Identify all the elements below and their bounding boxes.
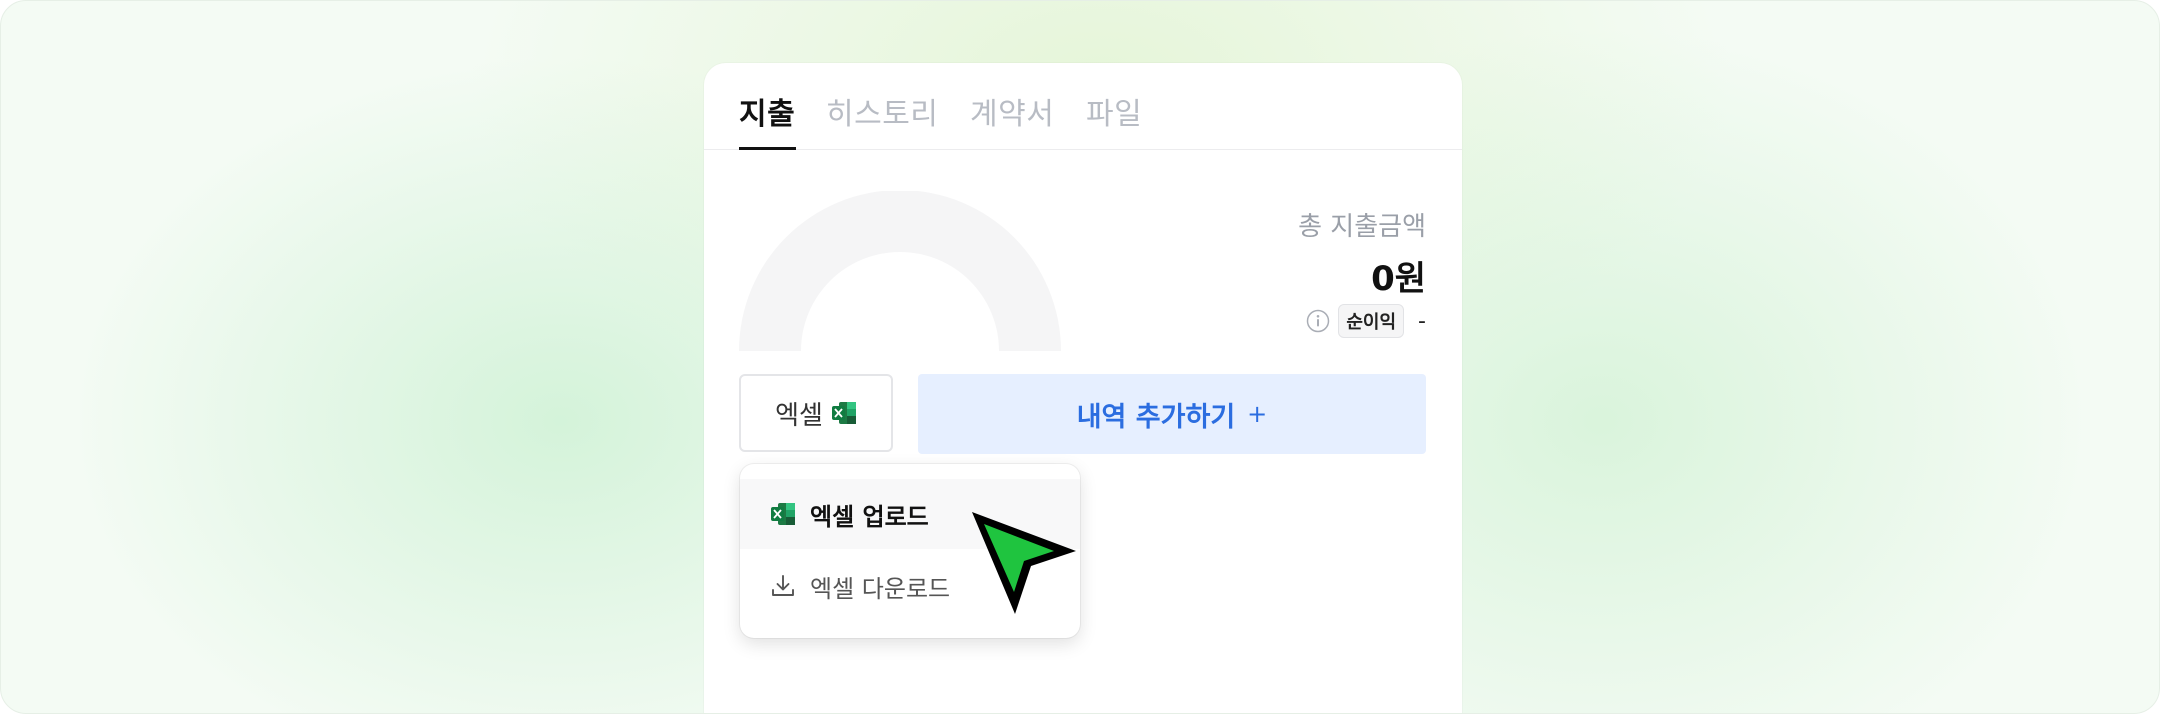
info-icon[interactable] [1306,309,1330,333]
net-profit-row: 순이익 - [1306,304,1426,338]
tab-files[interactable]: 파일 [1086,89,1142,133]
active-tab-indicator [739,147,796,150]
net-profit-badge: 순이익 [1338,304,1405,338]
background-stage: 지출 히스토리 계약서 파일 총 지출금액 0원 순이익 - 엑셀 내역 추가하… [0,0,2160,714]
expense-panel: 지출 히스토리 계약서 파일 총 지출금액 0원 순이익 - 엑셀 내역 추가하… [704,63,1462,713]
menu-item-label: 엑셀 다운로드 [810,574,951,603]
net-profit-value: - [1418,308,1426,334]
download-icon [772,575,794,596]
tab-expense[interactable]: 지출 [739,89,795,133]
expense-gauge [739,191,1061,351]
excel-icon [771,503,795,525]
tab-bar: 지출 히스토리 계약서 파일 [704,63,1462,150]
total-expense-label: 총 지출금액 [1298,212,1426,242]
tab-contract[interactable]: 계약서 [970,89,1054,133]
excel-icon [831,402,856,424]
plus-icon: + [1247,400,1268,428]
add-entry-button[interactable]: 내역 추가하기 + [918,374,1426,454]
excel-button-label: 엑셀 [775,400,823,431]
add-entry-label: 내역 추가하기 [1076,401,1236,433]
menu-item-label: 엑셀 업로드 [810,502,929,531]
total-expense-value: 0원 [1371,259,1426,299]
mouse-pointer-icon [972,512,1076,614]
excel-button[interactable]: 엑셀 [739,374,893,452]
tab-history[interactable]: 히스토리 [826,89,938,133]
